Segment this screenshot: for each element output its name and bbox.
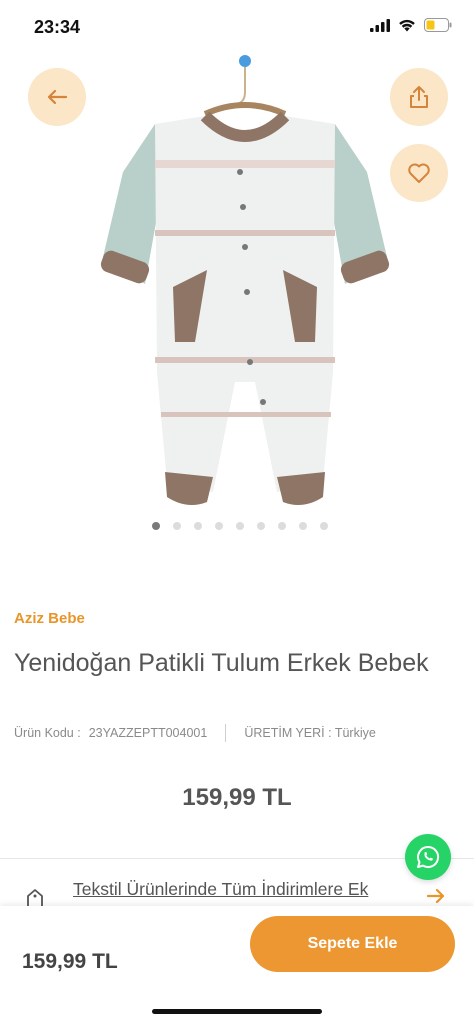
pagination-dot[interactable] (236, 522, 244, 530)
wifi-icon (399, 19, 415, 31)
product-image[interactable] (95, 52, 395, 522)
brand-link[interactable]: Aziz Bebe (14, 610, 85, 627)
image-pagination (152, 522, 328, 530)
product-meta: Ürün Kodu : 23YAZZEPTT004001 ÜRETİM YERİ… (14, 724, 376, 742)
home-indicator (152, 1009, 322, 1014)
pagination-dot[interactable] (320, 522, 328, 530)
product-price: 159,99 TL (182, 784, 292, 811)
arrow-left-icon (47, 89, 68, 105)
whatsapp-button[interactable] (405, 834, 451, 880)
meta-divider (225, 724, 227, 742)
signal-icon (370, 18, 390, 32)
product-code-label: Ürün Kodu : (14, 726, 81, 740)
bottom-price: 159,99 TL (22, 950, 118, 973)
whatsapp-icon (417, 845, 440, 868)
pagination-dot[interactable] (215, 522, 223, 530)
back-button[interactable] (28, 68, 86, 126)
pagination-dot-active[interactable] (152, 522, 160, 530)
status-time: 23:34 (34, 17, 81, 37)
product-title: Yenidoğan Patikli Tulum Erkek Bebek (14, 649, 429, 677)
promo-link[interactable]: Tekstil Ürünlerinde Tüm İndirimlere Ek (73, 879, 403, 900)
favorite-button[interactable] (390, 144, 448, 202)
product-code-value: 23YAZZEPTT004001 (88, 726, 208, 740)
pagination-dot[interactable] (257, 522, 265, 530)
divider (0, 858, 474, 859)
share-button[interactable] (390, 68, 448, 126)
arrow-right-icon[interactable] (426, 888, 446, 904)
status-icons (370, 18, 452, 32)
heart-icon (408, 163, 430, 183)
pagination-dot[interactable] (173, 522, 181, 530)
share-icon (410, 86, 428, 108)
pagination-dot[interactable] (299, 522, 307, 530)
pagination-dot[interactable] (194, 522, 202, 530)
product-origin: ÜRETİM YERİ : Türkiye (244, 726, 376, 740)
pagination-dot[interactable] (278, 522, 286, 530)
add-to-cart-button[interactable]: Sepete Ekle (250, 916, 455, 972)
battery-icon (424, 18, 452, 32)
